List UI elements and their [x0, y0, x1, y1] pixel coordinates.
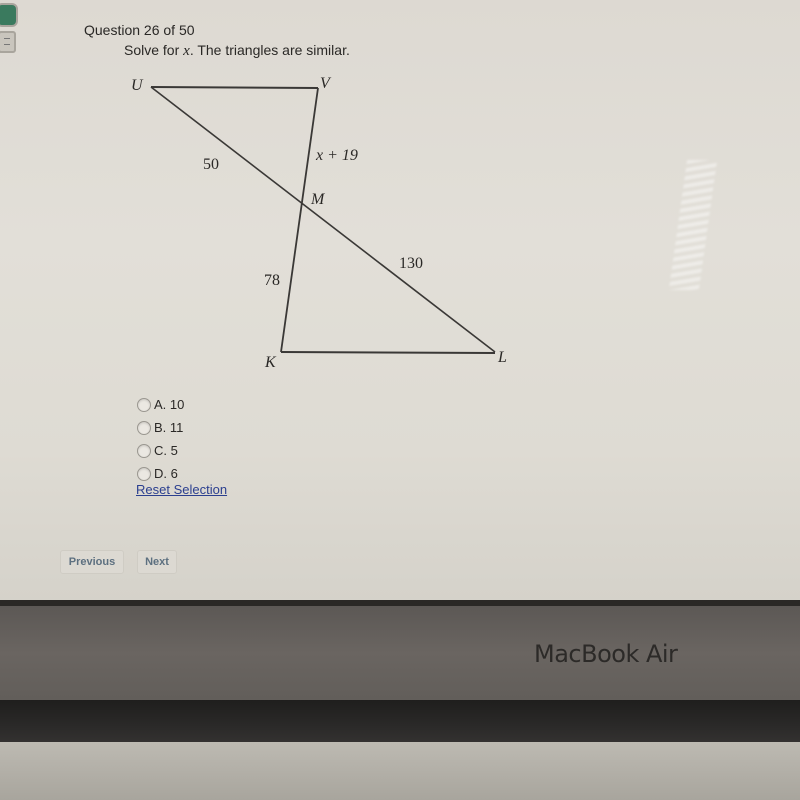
side-label-vm: x + 19	[316, 147, 358, 164]
segment-vk	[280, 87, 319, 353]
choice-value: 6	[170, 466, 178, 481]
side-label-km: 78	[264, 272, 280, 289]
radio-button[interactable]	[137, 397, 151, 412]
side-label-um: 50	[203, 156, 219, 173]
vertex-label-l: L	[498, 349, 507, 366]
segment-ul	[150, 86, 496, 353]
side-label-ml: 130	[399, 255, 423, 272]
laptop-hinge	[0, 700, 800, 742]
choice-letter: C.	[154, 443, 167, 458]
answer-choices: A. 10 B. 11 C. 5 D. 6	[137, 393, 184, 485]
laptop-bezel	[0, 606, 800, 700]
vertex-label-k: K	[265, 354, 276, 371]
vertex-label-m: M	[311, 191, 325, 208]
choice-letter: D.	[154, 466, 167, 481]
choice-c[interactable]: C. 5	[137, 439, 184, 462]
screen: Question 26 of 50 Solve for x. The trian…	[0, 0, 800, 602]
choice-a[interactable]: A. 10	[137, 393, 184, 416]
vertex-label-u: U	[131, 77, 143, 94]
choice-value: 11	[169, 420, 184, 435]
choice-b[interactable]: B. 11	[137, 416, 184, 439]
choice-value: 10	[169, 397, 185, 412]
laptop-base	[0, 742, 800, 800]
previous-button[interactable]: Previous	[60, 550, 124, 574]
next-button[interactable]: Next	[137, 550, 177, 574]
similar-triangles-figure: U V M K L 50 x + 19 78 130	[0, 0, 800, 400]
choice-letter: B.	[154, 420, 167, 435]
segment-kl	[280, 351, 496, 354]
device-brand-label: MacBook Air	[534, 640, 678, 668]
choice-value: 5	[170, 443, 178, 458]
segment-uv	[150, 86, 319, 89]
radio-button[interactable]	[137, 420, 151, 435]
vertex-label-v: V	[320, 75, 330, 92]
choice-letter: A.	[154, 397, 167, 412]
radio-button[interactable]	[137, 466, 151, 481]
radio-button[interactable]	[137, 443, 151, 458]
reset-selection-link[interactable]: Reset Selection	[136, 482, 227, 497]
